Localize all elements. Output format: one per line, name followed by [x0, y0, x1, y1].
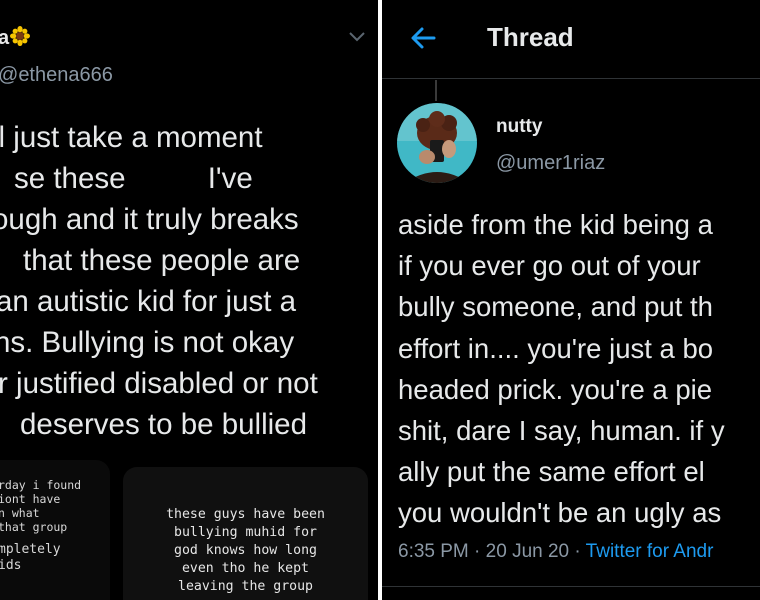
author-handle-text: ethena666	[18, 64, 113, 86]
author-handle[interactable]: @umer1riaz	[496, 152, 605, 175]
page-title: Thread	[487, 22, 574, 52]
thread-connector-line	[435, 80, 437, 101]
tweet-source-link[interactable]: Twitter for Andr	[586, 541, 714, 562]
header-divider	[382, 78, 760, 79]
story-text-line: that group	[0, 520, 68, 534]
tweet-line: bully someone, and put th	[398, 291, 713, 322]
story-text-line: ids	[0, 558, 22, 573]
story-text-line: n what	[0, 506, 40, 520]
footer-divider	[382, 586, 760, 587]
chevron-down-icon[interactable]	[349, 32, 365, 42]
tweet-time: 6:35 PM	[398, 541, 469, 562]
sunflower-icon	[10, 26, 31, 46]
author-name: a	[0, 26, 31, 50]
meta-separator: ·	[574, 541, 581, 562]
tweet-line-text: I've	[207, 162, 253, 195]
tweet-line: that these people are	[23, 244, 301, 277]
tweet-line: effort in.... you're just a bo	[398, 333, 714, 364]
meta-separator: ·	[474, 541, 481, 562]
back-arrow-icon[interactable]	[410, 25, 436, 51]
tweet-line: se these I've	[14, 161, 253, 197]
right-screenshot-panel: Thread nutty @umer1riaz aside from the k…	[382, 0, 760, 600]
tweet-line: you wouldn't be an ugly as	[398, 497, 722, 528]
tweet-line: an autistic kid for just a	[0, 285, 297, 318]
avatar[interactable]	[397, 103, 477, 183]
story-screenshot-right: these guys have been bullying muhid for …	[123, 467, 368, 600]
tweet-line: ns. Bullying is not okay	[0, 326, 295, 359]
author-handle: @ethena666	[0, 64, 113, 86]
story-text-line: bullying muhid for	[174, 525, 317, 540]
author-name[interactable]: nutty	[496, 116, 542, 138]
tweet-line: if you ever go out of your	[398, 250, 701, 281]
redacted-word	[134, 168, 208, 188]
left-screenshot-panel: a @ethena666 ll just take a moment se th…	[0, 0, 378, 600]
story-text-line: god knows how long	[174, 543, 317, 558]
story-text-line: mpletely	[0, 542, 61, 557]
tweet-metadata: 6:35 PM · 20 Jun 20 · Twitter for Andr	[398, 541, 713, 563]
story-text-line: even tho he kept	[181, 561, 310, 576]
tweet-line: ough and it truly breaks	[0, 203, 299, 236]
tweet-line: ally put the same effort el	[398, 456, 705, 487]
tweet-date: 20 Jun 20	[485, 541, 570, 562]
author-name-text: a	[0, 27, 10, 49]
tweet-line: ll just take a moment	[0, 121, 263, 154]
tweet-line-text: se these	[14, 162, 126, 195]
story-screenshot-left: rday i found iont have n what that group…	[0, 460, 110, 600]
story-text-line: iont have	[0, 492, 61, 506]
story-text-line: rday i found	[0, 478, 82, 492]
tweet-line: aside from the kid being a	[398, 209, 713, 240]
tweet-line: deserves to be bullied	[20, 408, 307, 441]
tweet-line: r justified disabled or not	[0, 367, 318, 400]
story-text-line: these guys have been	[166, 507, 325, 522]
tweet-line: shit, dare I say, human. if y	[398, 415, 725, 446]
tweet-line: headed prick. you're a pie	[398, 374, 713, 405]
story-text-line: leaving the group	[178, 579, 313, 594]
